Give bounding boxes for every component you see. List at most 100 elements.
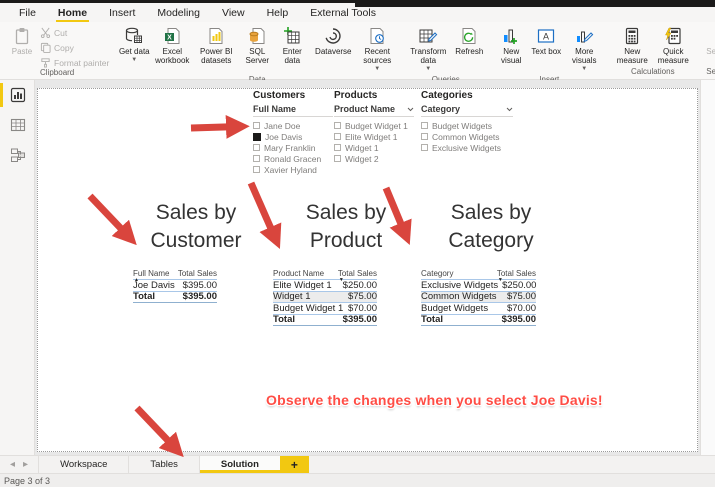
next-page-arrow-icon[interactable]: ▸: [23, 459, 28, 470]
paste-button[interactable]: Paste: [5, 24, 39, 58]
table-row[interactable]: Common Widgets $75.00: [421, 291, 536, 303]
sensitivity-button[interactable]: Sensitivity▼: [701, 24, 715, 66]
slicer-item[interactable]: Budget Widget 1: [334, 120, 414, 131]
slicer-item[interactable]: Common Widgets: [421, 131, 513, 142]
new-measure-button[interactable]: New measure: [612, 24, 652, 67]
recent-sources-button[interactable]: Recent sources ▼: [357, 24, 397, 75]
slicer-item[interactable]: Widget 1: [334, 142, 414, 153]
page-tab-tables[interactable]: Tables: [128, 456, 198, 473]
sql-server-button[interactable]: SQL Server: [240, 24, 274, 67]
slicer-item-selected[interactable]: Joe Davis: [253, 131, 333, 142]
checkbox-unchecked-icon[interactable]: [253, 166, 260, 173]
slicer-item[interactable]: Jane Doe: [253, 120, 333, 131]
slicer-title: Products: [334, 90, 378, 101]
table-row[interactable]: Widget 1 $75.00: [273, 291, 377, 303]
chevron-down-icon[interactable]: [506, 107, 513, 112]
table-row[interactable]: Budget Widget 1 $70.00: [273, 303, 377, 315]
paste-icon: [15, 28, 29, 45]
ribbon-group-data: Get data ▼ X Excel workbook Power BI data…: [114, 23, 400, 84]
sales-by-customer-title[interactable]: Sales by Customer: [121, 199, 271, 255]
report-canvas: Customers Full Name Jane Doe Joe Davis M…: [35, 80, 700, 455]
slicer-field-header[interactable]: Category: [421, 104, 513, 117]
more-visuals-button[interactable]: More visuals ▼: [564, 24, 604, 75]
report-view-button[interactable]: [0, 80, 35, 110]
checkbox-unchecked-icon[interactable]: [421, 122, 428, 129]
customers-slicer[interactable]: Customers Full Name Jane Doe Joe Davis M…: [253, 90, 333, 175]
menu-tab-file[interactable]: File: [8, 4, 47, 22]
refresh-button[interactable]: Refresh: [452, 24, 486, 58]
status-bar: Page 3 of 3: [0, 473, 715, 487]
checkbox-checked-icon[interactable]: [253, 132, 261, 141]
menu-tab-home[interactable]: Home: [47, 4, 98, 23]
checkbox-unchecked-icon[interactable]: [334, 155, 341, 162]
new-visual-label: New visual: [501, 47, 522, 66]
data-view-button[interactable]: [0, 110, 35, 140]
checkbox-unchecked-icon[interactable]: [334, 122, 341, 129]
sales-by-category-title[interactable]: Sales by Category: [421, 199, 561, 255]
canvas-scrollbar-track[interactable]: [700, 80, 715, 455]
transform-data-button[interactable]: Transform data ▼: [405, 24, 451, 75]
checkbox-unchecked-icon[interactable]: [421, 144, 428, 151]
format-painter-button[interactable]: Format painter: [40, 57, 109, 68]
checkbox-unchecked-icon[interactable]: [253, 122, 260, 129]
new-page-button[interactable]: +: [279, 456, 309, 473]
products-slicer[interactable]: Products Product Name Budget Widget 1 El…: [334, 90, 414, 164]
recent-sources-icon: [370, 28, 385, 44]
slicer-item[interactable]: Ronald Gracen: [253, 153, 333, 164]
dataverse-button[interactable]: Dataverse: [310, 24, 356, 58]
excel-workbook-button[interactable]: X Excel workbook: [152, 24, 192, 67]
page-tab-workspace[interactable]: Workspace: [38, 456, 128, 473]
slicer-field-header[interactable]: Product Name: [334, 104, 414, 117]
table-row[interactable]: Elite Widget 1 $250.00: [273, 280, 377, 292]
slicer-item[interactable]: Mary Franklin: [253, 142, 333, 153]
sales-by-customer-table[interactable]: Full Name ▲ Total Sales Joe Davis $395.00 …: [133, 267, 217, 303]
checkbox-unchecked-icon[interactable]: [334, 133, 341, 140]
text-box-button[interactable]: A Text box: [529, 24, 563, 58]
categories-slicer[interactable]: Categories Category Budget Widgets Commo…: [421, 90, 513, 153]
power-bi-datasets-button[interactable]: Power BI datasets: [193, 24, 239, 67]
enter-data-button[interactable]: Enter data: [275, 24, 309, 67]
checkbox-unchecked-icon[interactable]: [421, 133, 428, 140]
slicer-item[interactable]: Xavier Hyland: [253, 164, 333, 175]
table-header-row[interactable]: Full Name ▲ Total Sales: [133, 267, 217, 283]
sales-by-product-title[interactable]: Sales by Product: [280, 199, 412, 255]
checkbox-unchecked-icon[interactable]: [334, 144, 341, 151]
clipboard-group-label: Clipboard: [40, 68, 75, 77]
slicer-item[interactable]: Widget 2: [334, 153, 414, 164]
slicer-item[interactable]: Elite Widget 1: [334, 131, 414, 142]
checkbox-unchecked-icon[interactable]: [253, 144, 260, 151]
menu-tab-modeling[interactable]: Modeling: [146, 4, 211, 22]
table-row[interactable]: Joe Davis $395.00: [133, 280, 217, 292]
menu-tab-insert[interactable]: Insert: [98, 4, 146, 22]
table-total-row: Total $395.00: [273, 314, 377, 326]
table-header-row[interactable]: Category Total Sales ▼: [421, 267, 536, 283]
ribbon-group-clipboard: Paste Cut Copy Format painter Clipboard: [2, 23, 112, 78]
table-row[interactable]: Budget Widgets $70.00: [421, 303, 536, 315]
report-page[interactable]: Customers Full Name Jane Doe Joe Davis M…: [37, 88, 698, 452]
annotation-text[interactable]: Observe the changes when you select Joe …: [266, 392, 603, 408]
table-row[interactable]: Exclusive Widgets $250.00: [421, 280, 536, 292]
menu-tab-help[interactable]: Help: [256, 4, 300, 22]
slicer-item[interactable]: Budget Widgets: [421, 120, 513, 131]
new-visual-button[interactable]: New visual: [494, 24, 528, 67]
model-view-button[interactable]: [0, 140, 35, 170]
chevron-down-icon[interactable]: [407, 107, 414, 112]
slicer-field-header[interactable]: Full Name: [253, 104, 333, 117]
copy-button[interactable]: Copy: [40, 42, 109, 53]
sales-by-product-table[interactable]: Product Name Total Sales ▼ Elite Widget 1…: [273, 267, 377, 326]
new-measure-label: New measure: [616, 47, 648, 66]
slicer-item[interactable]: Exclusive Widgets: [421, 142, 513, 153]
window-top-edge-right: [355, 0, 715, 7]
sales-by-category-table[interactable]: Category Total Sales ▼ Exclusive Widgets $…: [421, 267, 536, 326]
quick-measure-button[interactable]: Quick measure: [653, 24, 693, 67]
quick-measure-icon: [665, 27, 681, 45]
checkbox-unchecked-icon[interactable]: [253, 155, 260, 162]
table-header-row[interactable]: Product Name Total Sales ▼: [273, 267, 377, 283]
cut-label: Cut: [54, 27, 68, 38]
cut-button[interactable]: Cut: [40, 27, 109, 38]
menu-tab-view[interactable]: View: [211, 4, 256, 22]
page-tab-solution[interactable]: Solution: [198, 456, 280, 473]
get-data-button[interactable]: Get data ▼: [117, 24, 151, 66]
new-visual-icon: [504, 29, 518, 44]
previous-page-arrow-icon[interactable]: ◂: [10, 459, 15, 470]
